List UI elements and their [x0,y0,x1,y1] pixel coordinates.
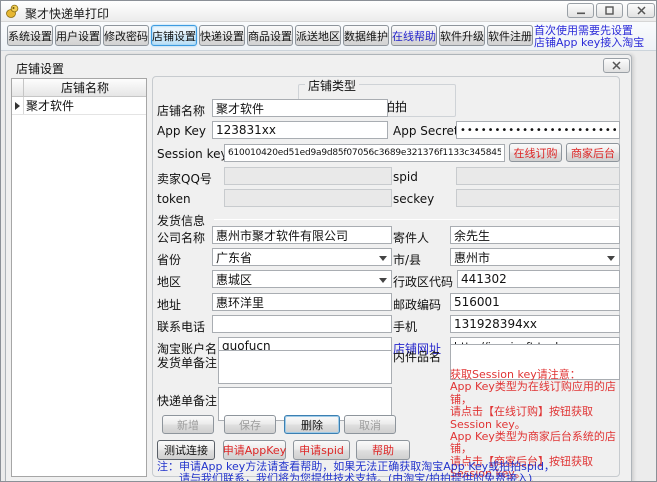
toolbar-system-settings[interactable]: 系统设置 [7,25,53,46]
online-order-button[interactable]: 在线订购 [509,143,562,162]
save-button[interactable]: 保存 [224,415,276,434]
dialog-title: 店铺设置 [16,62,65,76]
phone-input[interactable] [212,315,392,333]
province-label: 省份 [157,253,182,267]
toolbar-change-password[interactable]: 修改密码 [103,25,149,46]
sender-input[interactable] [450,226,620,244]
shop-name-column-header: 店铺名称 [24,79,146,96]
item-name-label: 内件品名 [393,350,442,364]
appkey-footnote: 注：申请App key方法请查看帮助，如果无法正确获取淘宝App Key或拍拍s… [157,460,555,482]
shop-type-label: 店铺类型 [305,77,360,94]
postcode-label: 邮政编码 [393,298,442,312]
sender-label: 寄件人 [393,231,430,245]
token-input[interactable] [224,189,392,207]
add-button[interactable]: 新增 [162,415,214,434]
district-combobox[interactable]: 惠城区 [212,270,392,288]
address-input[interactable] [212,293,392,311]
toolbar-data-maintenance[interactable]: 数据维护 [343,25,389,46]
city-label: 市/县 [393,253,422,267]
app-icon [6,4,19,18]
phone-label: 联系电话 [157,320,206,334]
section-divider [214,219,618,220]
apply-appkey-button[interactable]: 申请AppKey [223,440,286,460]
toolbar-shop-settings[interactable]: 店铺设置 [151,25,197,46]
maximize-icon [605,6,614,15]
toolbar-user-settings[interactable]: 用户设置 [55,25,101,46]
help-button[interactable]: 帮助 [356,440,410,460]
seckey-label: seckey [393,192,435,206]
toolbar-delivery-area[interactable]: 派送地区 [295,25,341,46]
shop-settings-dialog: 店铺设置 店铺名称 聚才软件 店铺类型 淘宝 拍拍 店铺名称 [5,54,632,482]
toolbar-express-settings[interactable]: 快递设置 [199,25,245,46]
mobile-input[interactable] [450,315,620,333]
session-key-label: Session key [157,147,228,161]
apply-spid-button[interactable]: 申请spid [293,440,350,460]
area-code-label: 行政区代码 [393,275,454,289]
app-secret-input[interactable] [456,121,620,139]
seller-qq-label: 卖家QQ号 [157,172,212,186]
express-note-label: 快递单备注 [157,394,218,408]
spid-input[interactable] [456,167,620,185]
chevron-down-icon [379,278,387,283]
address-label: 地址 [157,298,182,312]
app-window: 聚才快递单打印 系统设置 用户设置 修改密码 店铺设置 快递设置 商品设置 派送… [0,0,657,482]
seller-qq-input[interactable] [224,167,392,185]
first-use-hint: 首次使用需要先设置 店铺App key接入淘宝 [534,24,645,49]
merchant-backend-button[interactable]: 商家后台 [566,143,620,162]
main-toolbar: 系统设置 用户设置 修改密码 店铺设置 快递设置 商品设置 派送地区 数据维护 … [1,22,656,51]
current-row-arrow-icon [15,101,20,110]
shop-name-label: 店铺名称 [157,104,206,118]
delete-button[interactable]: 删除 [284,415,340,434]
toolbar-software-upgrade[interactable]: 软件升级 [439,25,485,46]
app-key-input[interactable] [212,121,388,139]
mobile-label: 手机 [393,320,418,334]
district-label: 地区 [157,275,182,289]
invoice-note-textarea[interactable] [218,350,392,384]
dialog-close-button[interactable] [603,58,630,73]
shop-list-header-row: 店铺名称 [12,79,146,97]
spid-label: spid [393,170,418,184]
app-key-label: App Key [157,124,207,138]
window-title: 聚才快递单打印 [25,7,110,21]
shop-name-input[interactable] [212,99,388,117]
close-button[interactable] [627,3,655,18]
invoice-note-label: 发货单备注 [157,356,218,370]
title-bar: 聚才快递单打印 [1,1,656,22]
app-secret-label: App Secret [393,124,459,138]
shop-name-cell: 聚才软件 [26,99,75,113]
ship-info-section-label: 发货信息 [157,214,206,228]
chevron-down-icon [607,256,615,261]
dialog-close-icon [612,61,621,70]
row-selector-header [12,79,24,96]
seckey-input[interactable] [456,189,620,207]
minimize-button[interactable] [567,3,594,18]
toolbar-online-help[interactable]: 在线帮助 [391,25,437,46]
test-connection-button[interactable]: 测试连接 [157,440,215,460]
postcode-input[interactable] [450,293,620,311]
row-selector-cell [12,97,24,114]
company-input[interactable] [212,226,392,244]
city-combobox[interactable]: 惠州市 [450,248,620,266]
shop-list-grid: 店铺名称 聚才软件 [11,78,147,477]
province-combobox[interactable]: 广东省 [212,248,392,266]
area-code-input[interactable] [457,270,620,288]
maximize-button[interactable] [596,3,623,18]
company-label: 公司名称 [157,231,206,245]
close-icon [636,6,646,15]
cancel-button[interactable]: 取消 [344,415,396,434]
toolbar-software-register[interactable]: 软件注册 [487,25,533,46]
toolbar-product-settings[interactable]: 商品设置 [247,25,293,46]
shop-list-row[interactable]: 聚才软件 [12,97,146,115]
chevron-down-icon [379,256,387,261]
token-label: token [157,192,191,206]
minimize-icon [576,12,585,14]
session-key-input[interactable] [224,144,505,162]
